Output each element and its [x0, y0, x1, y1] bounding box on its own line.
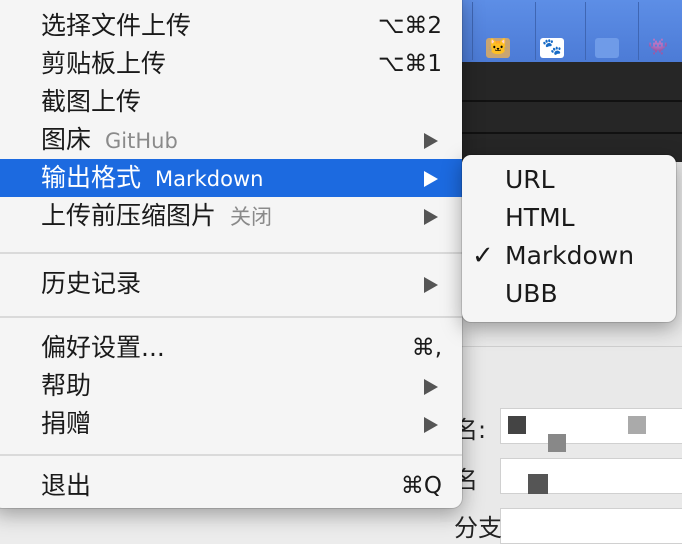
checkmark-icon: ✓ [472, 241, 494, 271]
menu-item-output-format[interactable]: 输出格式 Markdown [0, 159, 462, 197]
menu-item-label: 图床 GitHub [41, 121, 178, 160]
submenu-arrow-icon [424, 379, 438, 395]
toolbar-separator [472, 2, 473, 60]
submenu-arrow-icon [424, 209, 438, 225]
menu-item-clipboard-upload[interactable]: 剪贴板上传 ⌥⌘1 [0, 45, 462, 83]
menu-item-help[interactable]: 帮助 [0, 367, 462, 405]
status-bar-dropdown-menu: 选择文件上传 ⌥⌘2 剪贴板上传 ⌥⌘1 截图上传 图床 GitHub 输出格式 M… [0, 0, 462, 508]
list-divider [440, 100, 682, 102]
submenu-item-url[interactable]: URL [462, 161, 676, 199]
background-dark-list [440, 62, 682, 162]
menu-item-title: 上传前压缩图片 [41, 201, 217, 230]
cat-app-icon[interactable]: 🐱 [486, 38, 510, 58]
blank-app-icon[interactable] [595, 38, 619, 58]
redacted-block [528, 474, 548, 494]
menu-item-label: 输出格式 Markdown [41, 159, 263, 198]
red-creature-app-icon[interactable]: 👾 [646, 38, 670, 58]
submenu-arrow-icon [424, 417, 438, 433]
menu-item-shortcut: ⌥⌘1 [377, 51, 442, 77]
menu-item-shortcut: ⌘Q [400, 473, 442, 499]
name-field[interactable] [500, 408, 682, 444]
submenu-arrow-icon [424, 171, 438, 187]
menu-item-label: 退出 [41, 471, 92, 500]
menu-item-label: 剪贴板上传 [41, 49, 167, 78]
menu-item-title: 输出格式 [41, 163, 142, 192]
menu-item-compress-before-upload[interactable]: 上传前压缩图片 关闭 [0, 197, 462, 235]
background-toolbar: 🐱 🐾 👾 [440, 0, 682, 62]
toolbar-separator [638, 2, 639, 60]
menu-item-shortcut: ⌥⌘2 [377, 13, 442, 39]
menu-item-label: 帮助 [41, 371, 92, 400]
redacted-block [628, 416, 646, 434]
paw-app-icon[interactable]: 🐾 [540, 38, 564, 58]
submenu-item-markdown[interactable]: ✓ Markdown [462, 237, 676, 275]
redacted-block [508, 416, 526, 434]
menu-item-preferences[interactable]: 偏好设置... ⌘, [0, 329, 462, 367]
menu-item-label: 选择文件上传 [41, 11, 192, 40]
submenu-arrow-icon [424, 133, 438, 149]
submenu-item-label: Markdown [505, 241, 635, 270]
list-divider [440, 132, 682, 134]
submenu-item-label: HTML [505, 203, 575, 232]
menu-separator [0, 316, 462, 318]
menu-item-sublabel: 关闭 [230, 205, 273, 229]
panel-divider [440, 346, 682, 347]
submenu-item-ubb[interactable]: UBB [462, 275, 676, 313]
submenu-item-html[interactable]: HTML [462, 199, 676, 237]
output-format-submenu: URL HTML ✓ Markdown UBB [462, 155, 676, 322]
toolbar-separator [535, 2, 536, 60]
menu-item-history[interactable]: 历史记录 [0, 265, 462, 303]
submenu-item-label: URL [505, 165, 555, 194]
menu-item-sublabel: GitHub [105, 129, 178, 153]
menu-item-label: 截图上传 [41, 87, 142, 116]
menu-item-quit[interactable]: 退出 ⌘Q [0, 467, 462, 505]
menu-item-label: 偏好设置... [41, 333, 165, 362]
menu-separator [0, 252, 462, 254]
branch-field[interactable] [500, 508, 682, 544]
menu-item-sublabel: Markdown [155, 167, 264, 191]
menu-item-donate[interactable]: 捐赠 [0, 405, 462, 443]
menu-separator [0, 454, 462, 456]
menu-item-screenshot-upload[interactable]: 截图上传 [0, 83, 462, 121]
submenu-arrow-icon [424, 277, 438, 293]
menu-item-label: 历史记录 [41, 269, 142, 298]
menu-item-label: 上传前压缩图片 关闭 [41, 197, 272, 236]
menu-item-image-host[interactable]: 图床 GitHub [0, 121, 462, 159]
redacted-block [548, 434, 566, 452]
submenu-item-label: UBB [505, 279, 558, 308]
menu-item-label: 捐赠 [41, 409, 92, 438]
menu-item-select-file-upload[interactable]: 选择文件上传 ⌥⌘2 [0, 7, 462, 45]
branch-label: 分支 [454, 514, 502, 542]
toolbar-separator [585, 2, 586, 60]
menu-item-title: 图床 [41, 125, 92, 154]
menu-item-shortcut: ⌘, [411, 335, 442, 361]
